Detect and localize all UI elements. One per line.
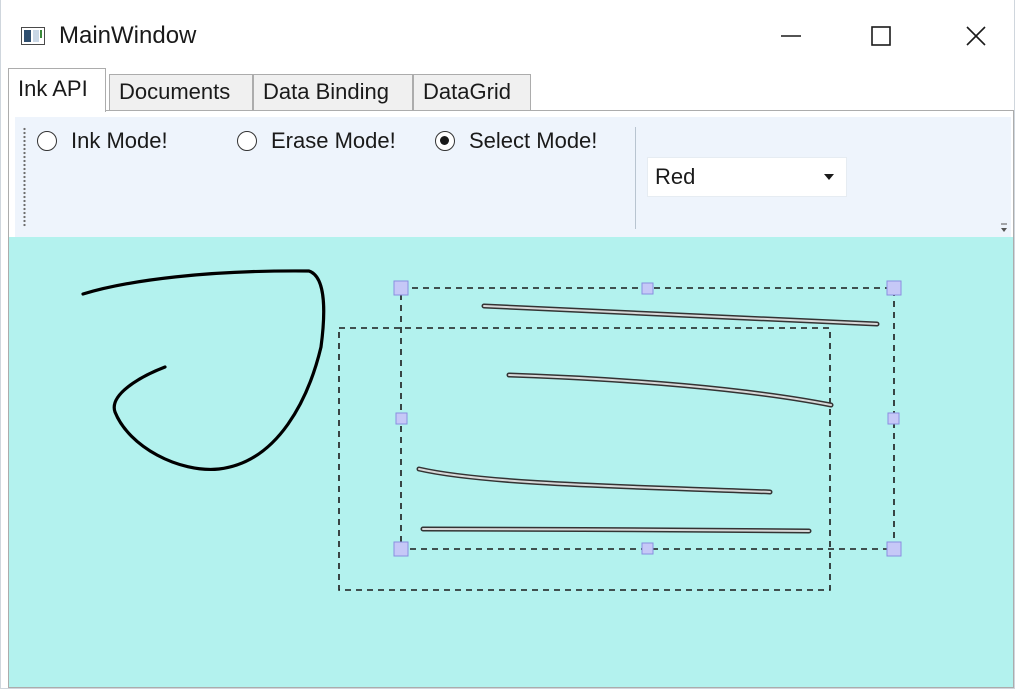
select-mode-radio[interactable]: Select Mode!: [435, 125, 597, 157]
radio-indicator: [237, 131, 257, 151]
tab-datagrid[interactable]: DataGrid: [413, 74, 531, 110]
selection-rect-primary: [400, 287, 895, 550]
handle-top-left[interactable]: [393, 280, 409, 296]
ink-toolbar: Ink Mode! Erase Mode! Select Mode! Red: [15, 117, 1011, 237]
toolbar-overflow-icon[interactable]: [999, 221, 1009, 235]
close-icon: [966, 26, 986, 46]
handle-middle-left[interactable]: [395, 412, 408, 425]
main-window: MainWindow Ink API Documents Data Bindin…: [0, 0, 1015, 689]
tab-documents[interactable]: Documents: [109, 74, 253, 110]
ink-mode-radio[interactable]: Ink Mode!: [37, 125, 168, 157]
maximize-button[interactable]: [851, 10, 911, 62]
title-bar[interactable]: MainWindow: [1, 0, 1014, 68]
curved-ink-stroke[interactable]: [81, 269, 326, 471]
tab-ink-api[interactable]: Ink API: [8, 68, 106, 112]
select-mode-label: Select Mode!: [469, 128, 598, 153]
toolbar-grip[interactable]: [23, 127, 26, 227]
selection-rect-secondary: [338, 327, 831, 591]
app-icon: [21, 27, 45, 45]
handle-bottom-center[interactable]: [641, 542, 654, 555]
minimize-icon: [781, 35, 801, 37]
selected-strokes: [416, 303, 880, 534]
handle-top-right[interactable]: [886, 280, 902, 296]
toolbar-separator: [635, 127, 636, 229]
handle-middle-right[interactable]: [887, 412, 900, 425]
maximize-icon: [871, 26, 891, 46]
erase-mode-label: Erase Mode!: [271, 128, 396, 153]
erase-mode-radio[interactable]: Erase Mode!: [237, 125, 396, 157]
handle-top-center[interactable]: [641, 282, 654, 295]
line-stroke-2[interactable]: [506, 372, 834, 408]
ink-mode-label: Ink Mode!: [71, 128, 168, 153]
radio-indicator-checked: [435, 131, 455, 151]
ink-canvas-drawing: [81, 269, 902, 591]
tab-strip: Ink API Documents Data Binding DataGrid: [8, 68, 1008, 112]
minimize-button[interactable]: [761, 10, 821, 62]
color-combobox[interactable]: Red: [647, 157, 847, 197]
radio-indicator: [37, 131, 57, 151]
ink-canvas[interactable]: [9, 237, 1013, 687]
chevron-down-icon[interactable]: [824, 174, 834, 180]
color-combobox-value: Red: [655, 164, 696, 189]
tab-content: Ink Mode! Erase Mode! Select Mode! Red: [8, 110, 1014, 688]
close-button[interactable]: [946, 10, 1006, 62]
handle-bottom-left[interactable]: [393, 541, 409, 557]
line-stroke-3[interactable]: [416, 466, 773, 495]
window-title: MainWindow: [59, 22, 197, 49]
handle-bottom-right[interactable]: [886, 541, 902, 557]
tab-data-binding[interactable]: Data Binding: [253, 74, 413, 110]
